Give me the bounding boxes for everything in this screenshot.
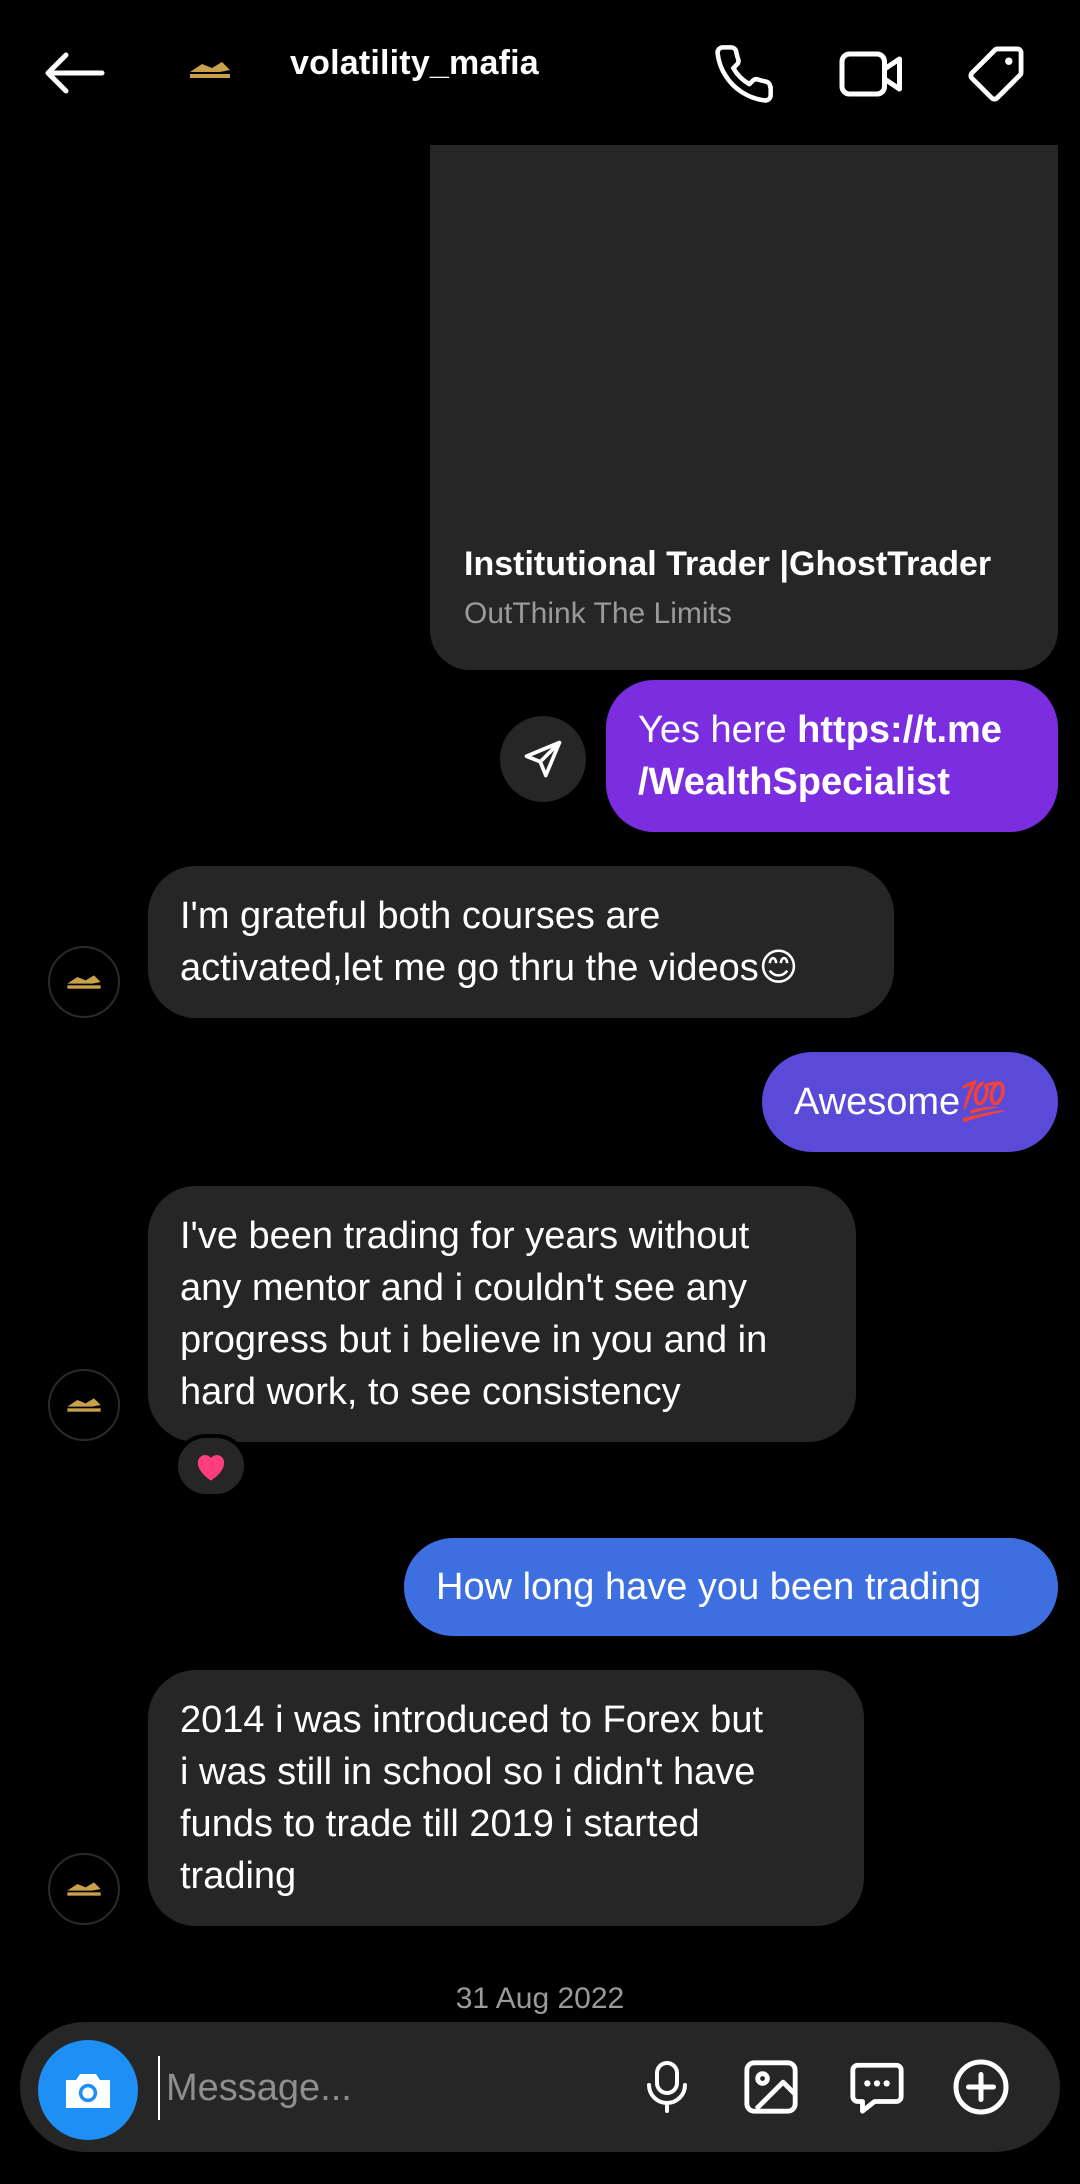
message-link[interactable]: https://t.me [797, 709, 1002, 751]
message-composer [20, 2022, 1060, 2152]
shared-card-title: Institutional Trader |GhostTrader [464, 545, 992, 583]
phone-call-icon[interactable] [706, 36, 782, 112]
message-text: progress but i believe in you and in [180, 1319, 768, 1361]
message-text: trading [180, 1855, 297, 1897]
share-message-button[interactable] [500, 716, 586, 802]
chat-username[interactable]: volatility_mafia [290, 44, 539, 83]
message-text: funds to trade till 2019 i started [180, 1803, 700, 1845]
camera-button[interactable] [38, 2040, 138, 2140]
message-text: Awesome💯 [794, 1081, 1008, 1123]
message-bubble-outgoing[interactable]: How long have you been trading [404, 1538, 1058, 1636]
message-text: Yes here [638, 709, 798, 751]
message-text: activated,let me go thru the videos😊 [180, 947, 799, 989]
chat-header: volatility_mafia [0, 0, 1080, 145]
shared-profile-card[interactable]: Institutional Trader |GhostTrader OutThi… [430, 145, 1058, 670]
message-text: How long have you been trading [436, 1566, 982, 1608]
back-arrow-icon[interactable] [36, 40, 112, 106]
message-text: hard work, to see consistency [180, 1371, 681, 1413]
sender-avatar[interactable] [48, 1369, 120, 1441]
message-text: 2014 i was introduced to Forex but [180, 1699, 764, 1741]
message-bubble-incoming[interactable]: I've been trading for years without any … [148, 1186, 856, 1442]
message-bubble-incoming[interactable]: 2014 i was introduced to Forex but i was… [148, 1670, 864, 1926]
tag-icon[interactable] [958, 36, 1034, 112]
message-text: I'm grateful both courses are [180, 895, 661, 937]
add-plus-icon[interactable] [946, 2052, 1016, 2122]
video-call-icon[interactable] [832, 36, 912, 112]
header-avatar[interactable] [180, 50, 240, 90]
heart-reaction[interactable] [174, 1434, 248, 1498]
message-input[interactable] [158, 2056, 628, 2120]
sender-avatar[interactable] [48, 946, 120, 1018]
microphone-icon[interactable] [632, 2052, 702, 2122]
message-text: i was still in school so i didn't have [180, 1751, 756, 1793]
message-text: any mentor and i couldn't see any [180, 1267, 748, 1309]
message-link[interactable]: /WealthSpecialist [638, 761, 950, 803]
message-bubble-incoming[interactable]: I'm grateful both courses are activated,… [148, 866, 894, 1018]
date-divider: 31 Aug 2022 [455, 1982, 625, 2015]
message-text: I've been trading for years without [180, 1215, 750, 1257]
message-bubble-outgoing[interactable]: Yes here https://t.me /WealthSpecialist [606, 680, 1058, 832]
message-bubble-outgoing[interactable]: Awesome💯 [762, 1052, 1058, 1152]
shared-card-subtitle: OutThink The Limits [464, 597, 732, 630]
sender-avatar[interactable] [48, 1853, 120, 1925]
sticker-chat-icon[interactable] [842, 2052, 912, 2122]
gallery-icon[interactable] [736, 2052, 806, 2122]
